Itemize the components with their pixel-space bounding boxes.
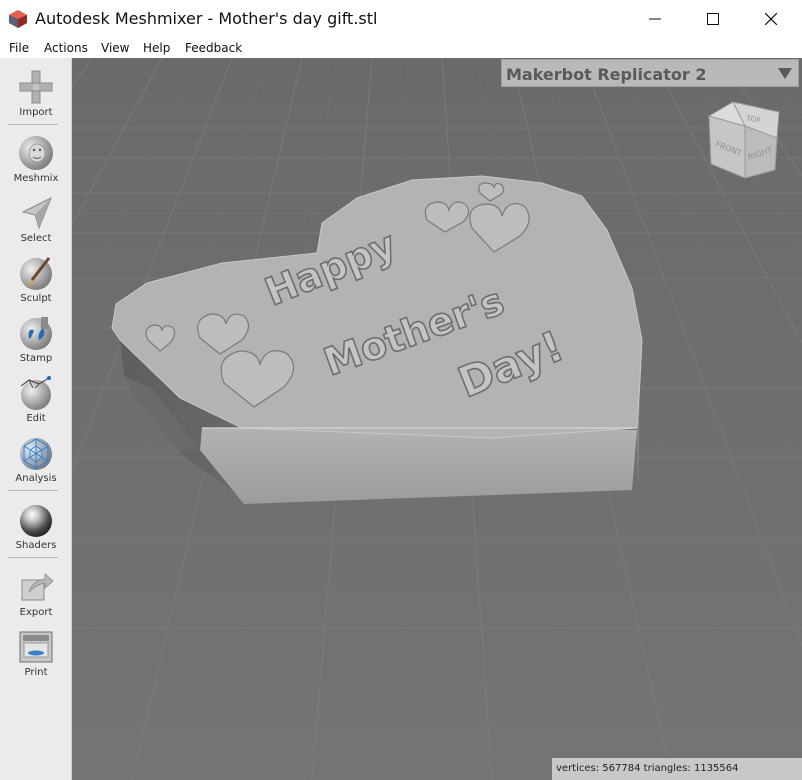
menu-feedback[interactable]: Feedback xyxy=(185,41,242,55)
edit-sphere-icon xyxy=(20,376,51,410)
tool-label: Select xyxy=(20,233,52,244)
tool-label: Print xyxy=(24,667,48,678)
tool-meshmix[interactable]: Meshmix xyxy=(4,134,68,192)
arrow-select-icon xyxy=(21,196,52,230)
scene-canvas: Happy Mother's Day! xyxy=(72,58,802,780)
tool-label: Edit xyxy=(26,413,46,424)
maximize-button[interactable] xyxy=(684,0,742,38)
vertices-label: vertices: xyxy=(556,763,603,774)
tool-label: Analysis xyxy=(15,473,57,484)
tool-export[interactable]: Export xyxy=(4,568,68,626)
plus-icon xyxy=(19,70,53,104)
printer-icon xyxy=(19,631,53,663)
meshmixer-logo-icon xyxy=(9,10,27,28)
3d-viewport[interactable]: Happy Mother's Day! Makerbot Replicator … xyxy=(72,58,802,780)
menu-bar: File Actions View Help Feedback xyxy=(0,38,802,58)
minimize-button[interactable] xyxy=(626,0,684,38)
printer-selector[interactable]: Makerbot Replicator 2 xyxy=(501,59,799,87)
view-cube[interactable]: TOP FRONT RIGHT xyxy=(705,98,785,188)
tool-edit[interactable]: Edit xyxy=(4,374,68,432)
maximize-icon xyxy=(707,13,719,25)
window-title: Autodesk Meshmixer - Mother's day gift.s… xyxy=(35,9,378,28)
toolbar-divider xyxy=(8,557,58,558)
caret-down-icon xyxy=(778,68,792,79)
tool-palette: Import Meshmix Select Sculpt Stamp Edit … xyxy=(0,58,72,780)
tool-select[interactable]: Select xyxy=(4,194,68,252)
printer-name: Makerbot Replicator 2 xyxy=(506,65,707,84)
toolbar-divider xyxy=(8,124,58,125)
triangles-label: triangles: xyxy=(643,763,694,774)
tool-shaders[interactable]: Shaders xyxy=(4,501,68,559)
minimize-icon xyxy=(649,18,661,20)
tool-stamp[interactable]: Stamp xyxy=(4,314,68,372)
close-button[interactable] xyxy=(742,0,800,38)
bunny-sphere-icon xyxy=(19,136,53,170)
shader-sphere-icon xyxy=(20,505,52,537)
close-icon xyxy=(765,13,777,25)
tool-label: Meshmix xyxy=(13,173,59,184)
tool-sculpt[interactable]: Sculpt xyxy=(4,254,68,312)
title-bar: Autodesk Meshmixer - Mother's day gift.s… xyxy=(0,0,802,38)
brush-sphere-icon xyxy=(20,257,52,290)
tool-label: Shaders xyxy=(15,540,57,551)
tool-label: Export xyxy=(19,607,53,618)
tool-label: Sculpt xyxy=(20,293,52,304)
export-icon xyxy=(21,573,54,601)
menu-actions[interactable]: Actions xyxy=(44,41,88,55)
toolbar-divider xyxy=(8,490,58,491)
triangles-count: 1135564 xyxy=(693,763,739,774)
menu-file[interactable]: File xyxy=(9,41,29,55)
vertices-count: 567784 xyxy=(602,763,644,774)
tool-print[interactable]: Print xyxy=(4,628,68,686)
tool-import[interactable]: Import xyxy=(4,68,68,126)
analysis-sphere-icon xyxy=(20,438,52,470)
mesh-stats: vertices: 567784 triangles: 1135564 xyxy=(552,758,802,780)
menu-view[interactable]: View xyxy=(101,41,129,55)
menu-help[interactable]: Help xyxy=(143,41,170,55)
tool-analysis[interactable]: Analysis xyxy=(4,434,68,492)
stamp-sphere-icon xyxy=(20,317,52,350)
tool-label: Import xyxy=(19,107,53,118)
tool-label: Stamp xyxy=(19,353,53,364)
